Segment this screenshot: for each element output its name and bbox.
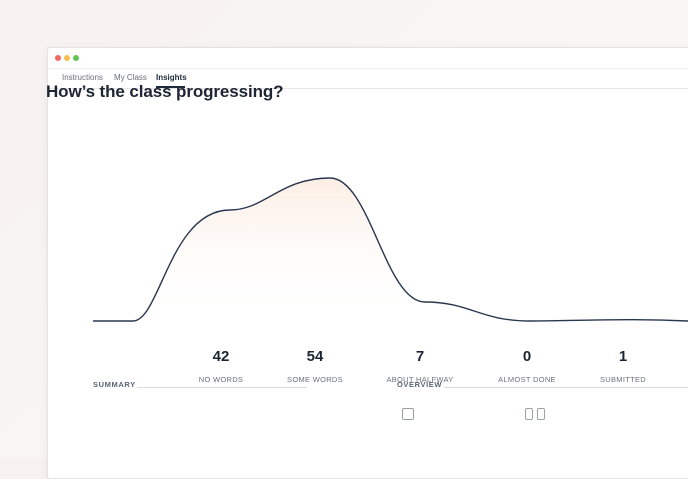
stat-value: 0	[522, 348, 532, 365]
stat-value: 1	[618, 348, 628, 365]
stat-no-words: 42 NO WORDS	[171, 348, 271, 384]
overview-divider	[444, 387, 688, 388]
stat-almost-done: 0 ALMOST DONE	[477, 348, 577, 384]
stat-label: NO WORDS	[198, 375, 244, 384]
summary-section-heading: SUMMARY	[93, 380, 136, 389]
stat-label: SUBMITTED	[599, 375, 647, 384]
stat-value: 42	[212, 348, 230, 365]
stat-label: SOME WORDS	[287, 375, 343, 384]
overview-checkbox[interactable]	[402, 408, 414, 420]
stat-about-halfway: 7 ABOUT HALFWAY	[370, 348, 470, 384]
stat-value: 7	[415, 348, 425, 365]
stat-value: 54	[306, 348, 324, 365]
stat-submitted: 1 SUBMITTED	[573, 348, 673, 384]
summary-divider	[137, 387, 307, 388]
overview-checkbox[interactable]	[525, 408, 533, 420]
progress-distribution-chart	[93, 177, 688, 322]
overview-section-heading: OVERVIEW	[397, 380, 443, 389]
stat-some-words: 54 SOME WORDS	[265, 348, 365, 384]
distribution-area	[93, 178, 688, 321]
overview-checkbox[interactable]	[537, 408, 545, 420]
stat-label: ALMOST DONE	[498, 375, 556, 384]
